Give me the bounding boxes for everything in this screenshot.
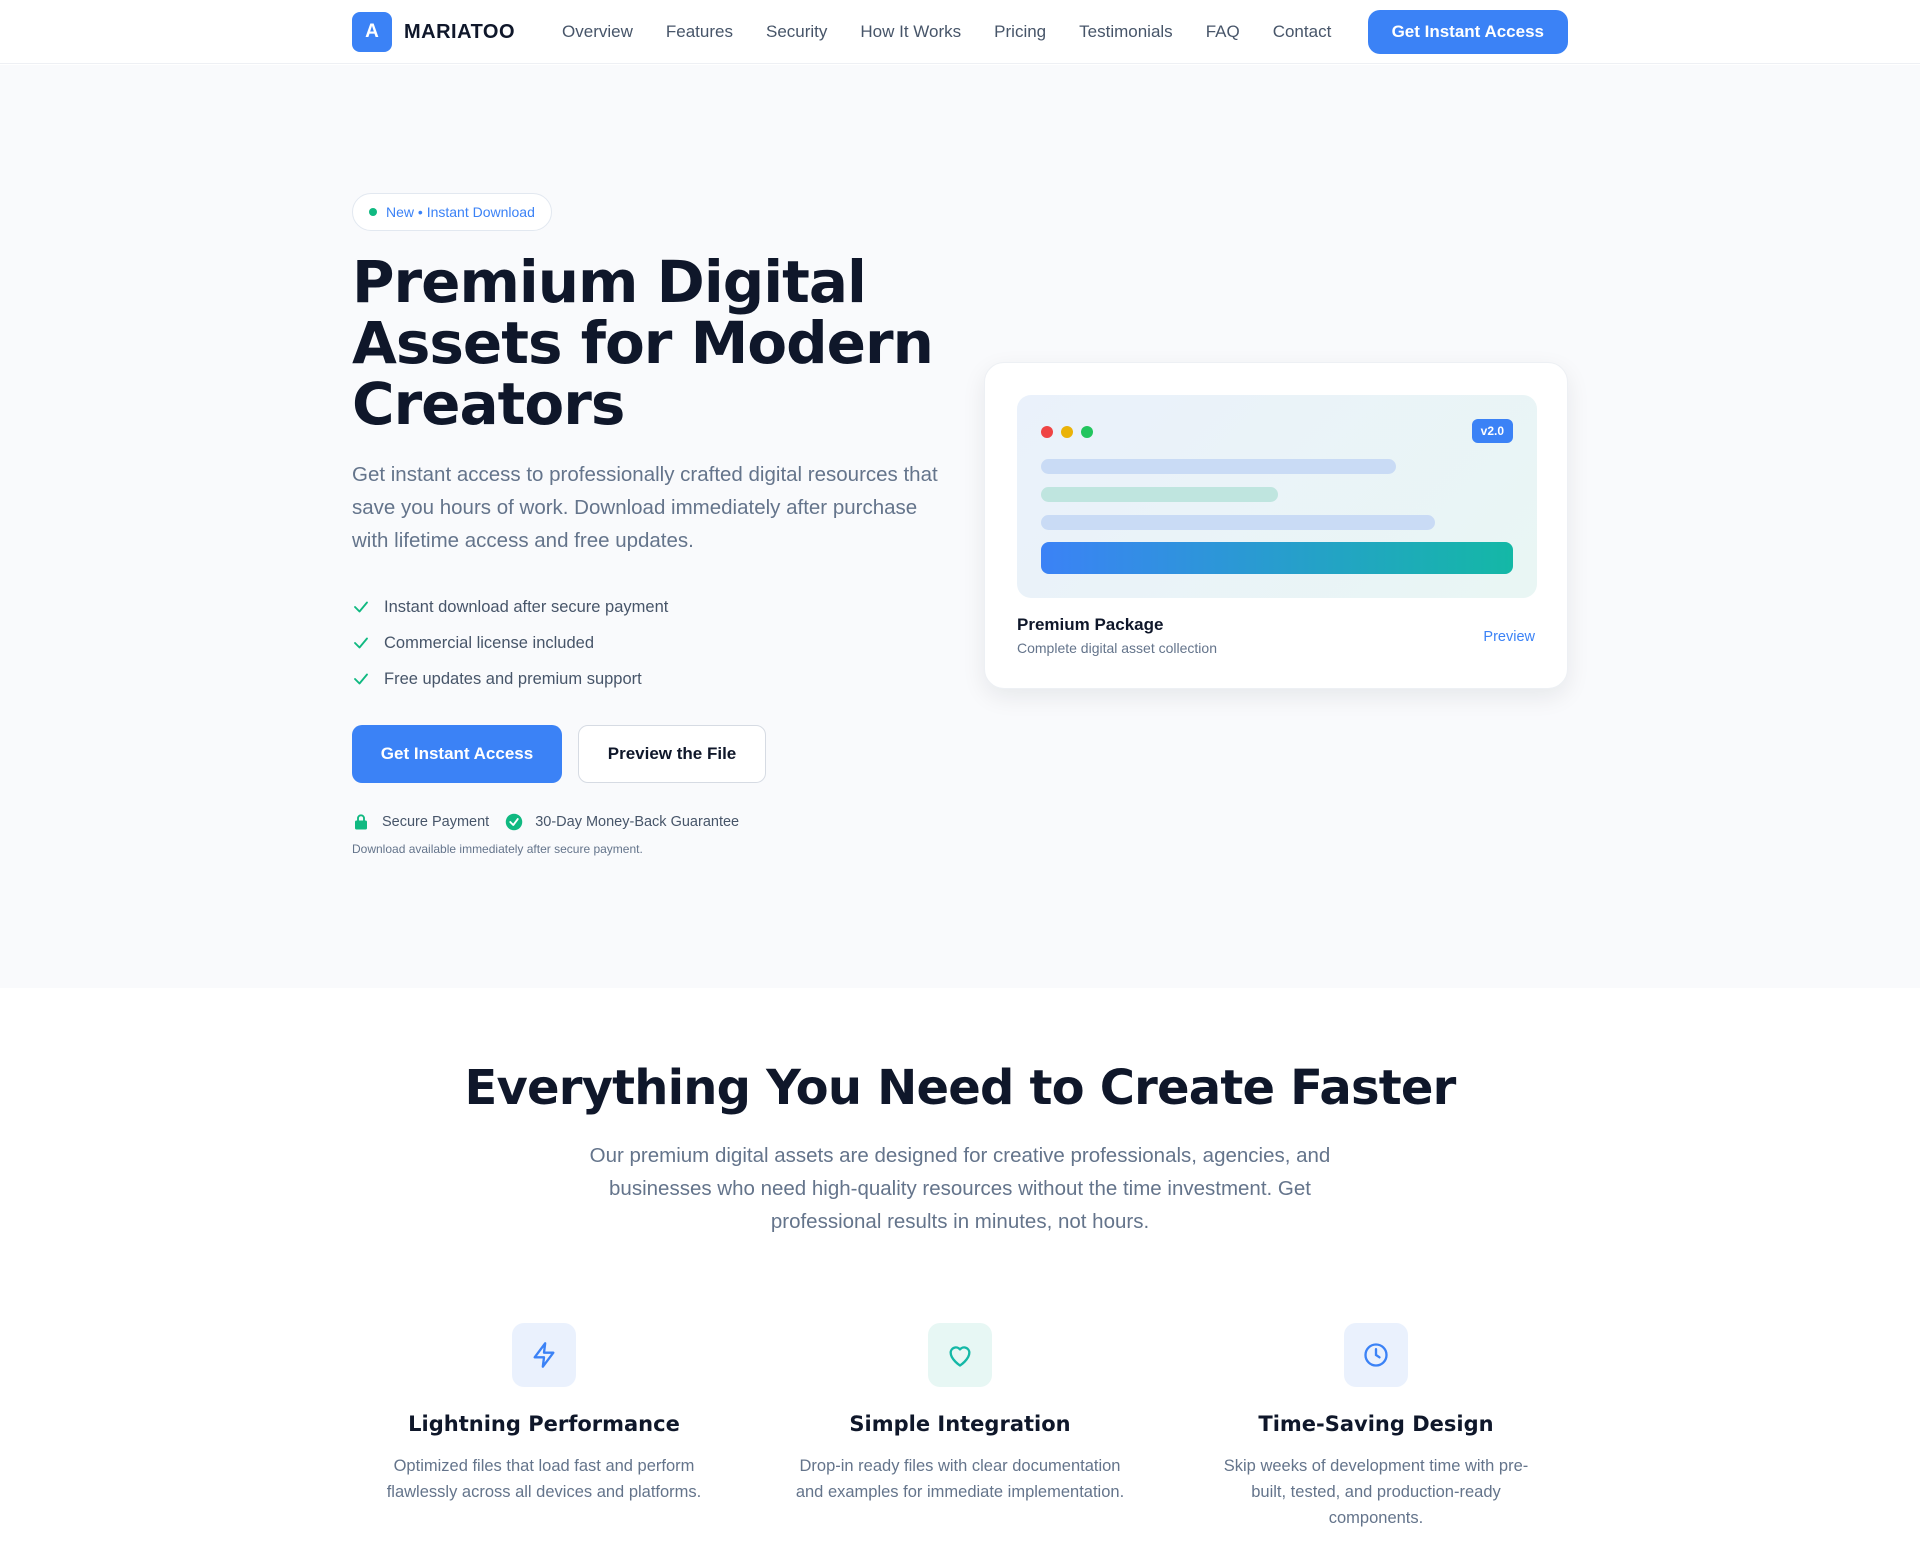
trust-badges: Secure Payment 30-Day Money-Back Guarant… — [352, 813, 739, 831]
window-dot-yellow-icon — [1061, 426, 1073, 438]
feature-card: Simple Integration Drop-in ready files w… — [780, 1323, 1140, 1505]
window-dot-red-icon — [1041, 426, 1053, 438]
nav-link-pricing[interactable]: Pricing — [994, 22, 1046, 42]
benefit-label: Commercial license included — [384, 633, 595, 652]
heart-icon — [928, 1323, 992, 1387]
nav-link-testimonials[interactable]: Testimonials — [1079, 22, 1173, 42]
features-title: Everything You Need to Create Faster — [464, 1060, 1457, 1116]
new-badge: New • Instant Download — [352, 193, 552, 231]
navbar-inner: A MARIATOO Overview Features Security Ho… — [352, 0, 1568, 64]
feature-title: Lightning Performance — [408, 1412, 680, 1436]
hero-subtitle: Get instant access to professionally cra… — [352, 463, 938, 552]
placeholder-line — [1041, 515, 1435, 530]
feature-card: Lightning Performance Optimized files th… — [364, 1323, 724, 1505]
check-icon — [354, 601, 368, 613]
benefit-item: Free updates and premium support — [352, 661, 668, 697]
card-description: Complete digital asset collection — [1017, 640, 1217, 656]
version-badge: v2.0 — [1471, 419, 1513, 443]
nav-links: Overview Features Security How It Works … — [562, 22, 1364, 42]
placeholder-line — [1041, 487, 1278, 502]
nav-link-contact[interactable]: Contact — [1273, 22, 1332, 42]
secure-payment-label: Secure Payment — [382, 814, 490, 830]
badge-label: New • Instant Download — [386, 204, 535, 220]
window-dot-green-icon — [1081, 426, 1093, 438]
feature-description: Skip weeks of development time with pre-… — [1223, 1457, 1529, 1527]
placeholder-progress-bar — [1041, 542, 1513, 574]
status-dot-icon — [369, 208, 377, 216]
placeholder-line — [1041, 459, 1396, 474]
lightning-icon — [512, 1323, 576, 1387]
logo-mark: A — [352, 12, 392, 52]
feature-description: Drop-in ready files with clear documenta… — [795, 1457, 1125, 1501]
hero-section — [0, 65, 1920, 988]
benefit-list: Instant download after secure payment Co… — [352, 589, 668, 697]
product-preview-card: v2.0 Premium Package Complete digital as… — [984, 362, 1568, 689]
top-navbar: A MARIATOO Overview Features Security Ho… — [0, 0, 1920, 64]
benefit-label: Instant download after secure payment — [384, 597, 669, 616]
nav-get-access-button[interactable]: Get Instant Access — [1367, 10, 1568, 54]
card-preview-link[interactable]: Preview — [1483, 629, 1535, 645]
nav-link-security[interactable]: Security — [766, 22, 827, 42]
benefit-item: Instant download after secure payment — [352, 589, 668, 625]
feature-title: Simple Integration — [849, 1412, 1071, 1436]
nav-link-faq[interactable]: FAQ — [1206, 22, 1240, 42]
nav-link-how-it-works[interactable]: How It Works — [860, 22, 961, 42]
brand-logo[interactable]: A MARIATOO — [352, 12, 515, 52]
check-icon — [354, 637, 368, 649]
check-icon — [354, 673, 368, 685]
benefit-item: Commercial license included — [352, 625, 668, 661]
lock-icon — [355, 814, 367, 830]
card-title: Premium Package — [1017, 615, 1164, 634]
check-circle-icon — [505, 813, 523, 831]
download-note: Download available immediately after sec… — [352, 842, 643, 856]
mock-screen: v2.0 — [1017, 395, 1537, 598]
benefit-label: Free updates and premium support — [384, 669, 642, 688]
nav-link-overview[interactable]: Overview — [562, 22, 633, 42]
preview-file-button[interactable]: Preview the File — [578, 725, 766, 783]
guarantee-label: 30-Day Money-Back Guarantee — [535, 814, 740, 830]
features-subtitle: Our premium digital assets are designed … — [589, 1144, 1331, 1233]
feature-card: Time-Saving Design Skip weeks of develop… — [1196, 1323, 1556, 1531]
hero-title: Premium Digital Assets for Modern Creato… — [352, 248, 934, 438]
feature-description: Optimized files that load fast and perfo… — [386, 1457, 702, 1501]
brand-name: MARIATOO — [404, 20, 516, 43]
clock-icon — [1344, 1323, 1408, 1387]
feature-title: Time-Saving Design — [1258, 1412, 1494, 1436]
get-instant-access-button[interactable]: Get Instant Access — [352, 725, 562, 783]
nav-link-features[interactable]: Features — [666, 22, 733, 42]
